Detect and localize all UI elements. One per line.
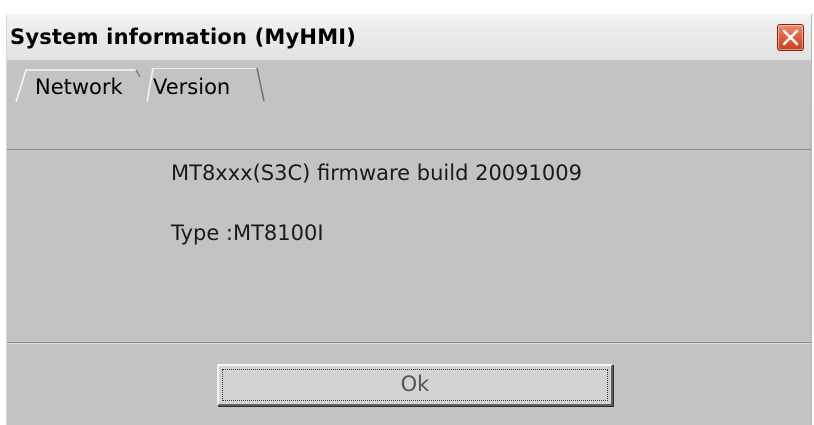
ok-button-label: Ok xyxy=(400,372,430,396)
window-title: System information (MyHMI) xyxy=(10,25,357,49)
version-panel: MT8xxx(S3C) firmware build 20091009 Type… xyxy=(7,104,811,344)
tab-version[interactable]: Version xyxy=(147,68,265,102)
dialog-footer: Ok xyxy=(7,344,811,425)
close-icon xyxy=(782,29,799,46)
tab-version-label: Version xyxy=(153,75,231,99)
device-type-text: Type :MT8100I xyxy=(171,221,324,245)
tab-network-label: Network xyxy=(35,75,123,99)
ok-button[interactable]: Ok xyxy=(217,364,613,406)
tab-strip: Network Version xyxy=(7,61,811,150)
firmware-build-text: MT8xxx(S3C) firmware build 20091009 xyxy=(171,161,582,185)
title-bar[interactable]: System information (MyHMI) xyxy=(7,14,811,61)
tab-network[interactable]: Network xyxy=(15,68,141,102)
close-button[interactable] xyxy=(777,24,804,51)
system-information-dialog: System information (MyHMI) Network Versi… xyxy=(6,14,812,425)
